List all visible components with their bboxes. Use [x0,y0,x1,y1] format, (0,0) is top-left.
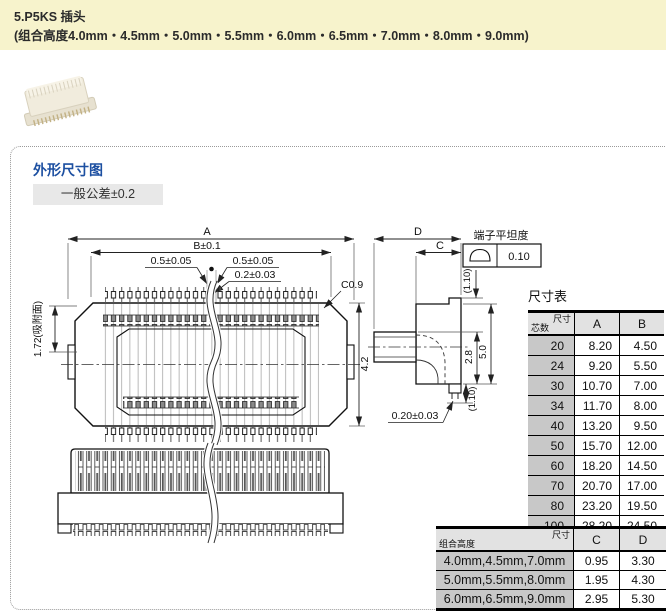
a-cell: 20.70 [575,476,620,496]
dim-28-label: 2.8 [464,350,475,364]
pins-cell: 34 [528,396,575,416]
dim-body-depth-label: 4.2 [359,357,371,372]
a-cell: 18.20 [575,456,620,476]
table-row: 8023.2019.50 [528,496,664,516]
a-cell: 10.70 [575,376,620,396]
page-title: 5.P5KS 插头 [14,6,86,25]
c-cell: 0.95 [574,551,620,571]
pins-cell: 70 [528,476,575,496]
table-row: 208.204.50 [528,335,664,356]
b-cell: 4.50 [620,335,665,356]
front-view [58,443,343,543]
b-cell: 5.50 [620,356,665,376]
a-cell: 15.70 [575,436,620,456]
table-row: 3010.707.00 [528,376,664,396]
pins-cell: 80 [528,496,575,516]
dim-50-label: 5.0 [478,345,489,359]
table-row: 5015.7012.00 [528,436,664,456]
table-header-row: 尺寸 芯数 A B [528,312,664,336]
dim-a-label: A [203,226,211,238]
dim-110-bottom-label: (1.10) [467,387,478,412]
pins-cell: 50 [528,436,575,456]
pins-cell: 60 [528,456,575,476]
datasheet-page: 5.P5KS 插头 (组合高度4.0mm・4.5mm・5.0mm・5.5mm・6… [0,0,666,613]
pins-cell: 30 [528,376,575,396]
dim-suction-face-label: 1.72(吸附面) [31,301,44,357]
chamfer-label: C0.9 [341,279,363,291]
d-cell: 3.30 [620,551,666,571]
d-cell: 5.30 [620,590,666,610]
side-view: D C 端子平坦度 0.10 [368,226,541,423]
table-row: 4013.209.50 [528,416,664,436]
d-cell: 4.30 [620,571,666,590]
size-table-title: 尺寸表 [528,286,567,305]
height-cell: 4.0mm,4.5mm,7.0mm [436,551,574,571]
col-header-a: A [575,312,620,336]
dim-d-label: D [414,226,422,238]
table-row: 6.0mm,6.5mm,9.0mm2.955.30 [436,590,666,610]
b-cell: 9.50 [620,416,665,436]
a-cell: 23.20 [575,496,620,516]
dim-pitch-left-label: 0.5±0.05 [151,255,192,267]
col-header-c: C [574,528,620,552]
height-cell: 6.0mm,6.5mm,9.0mm [436,590,574,610]
a-cell: 11.70 [575,396,620,416]
corner-label-size: 尺寸 [553,314,571,324]
height-cell: 5.0mm,5.5mm,8.0mm [436,571,574,590]
page-subtitle: (组合高度4.0mm・4.5mm・5.0mm・5.5mm・6.0mm・6.5mm… [14,25,529,44]
pins-cell: 20 [528,335,575,356]
dim-pitch-right-label: 0.5±0.05 [233,255,274,267]
size-table: 尺寸 芯数 A B 208.204.50 249.205.50 3010.707… [528,310,664,538]
table-header-row: 尺寸 组合高度 C D [436,528,666,552]
pins-cell: 40 [528,416,575,436]
table-row: 5.0mm,5.5mm,8.0mm1.954.30 [436,571,666,590]
b-cell: 7.00 [620,376,665,396]
connector-photo-body [18,74,97,128]
c-cell: 2.95 [574,590,620,610]
b-cell: 19.50 [620,496,665,516]
top-view: A B±0.1 0.5±0.05 0.5±0.05 0.2±0.03 [31,226,371,445]
a-cell: 8.20 [575,335,620,356]
a-cell: 9.20 [575,356,620,376]
b-cell: 8.00 [620,396,665,416]
corner-label-height: 组合高度 [439,539,475,549]
header-band: 5.P5KS 插头 (组合高度4.0mm・4.5mm・5.0mm・5.5mm・6… [0,0,666,50]
flatness-label: 端子平坦度 [474,228,529,242]
stack-height-table: 尺寸 组合高度 C D 4.0mm,4.5mm,7.0mm0.953.30 5.… [436,526,666,611]
b-cell: 14.50 [620,456,665,476]
table-row: 6018.2014.50 [528,456,664,476]
dimension-panel: 外形尺寸图 一般公差±0.2 [10,146,666,610]
table-row: 3411.708.00 [528,396,664,416]
a-cell: 13.20 [575,416,620,436]
dim-standoff-label: 0.20±0.03 [392,410,439,422]
dim-c-label: C [436,240,444,252]
col-header-b: B [620,312,665,336]
dim-110-top-label: (1.10) [462,269,473,294]
pins-cell: 24 [528,356,575,376]
b-cell: 17.00 [620,476,665,496]
corner-label-pins: 芯数 [531,323,549,333]
table-row: 4.0mm,4.5mm,7.0mm0.953.30 [436,551,666,571]
product-photo [10,62,105,138]
dim-pad-label: 0.2±0.03 [235,269,276,281]
corner-label-size: 尺寸 [552,530,570,540]
c-cell: 1.95 [574,571,620,590]
col-header-d: D [620,528,666,552]
dim-b-label: B±0.1 [193,240,221,252]
table-row: 249.205.50 [528,356,664,376]
b-cell: 12.00 [620,436,665,456]
table-row: 7020.7017.00 [528,476,664,496]
diagonal-header-cell: 尺寸 组合高度 [436,528,574,552]
terminal-flatness-callout: 端子平坦度 0.10 [463,228,541,267]
diagonal-header-cell: 尺寸 芯数 [528,312,575,336]
flatness-value: 0.10 [508,251,529,263]
